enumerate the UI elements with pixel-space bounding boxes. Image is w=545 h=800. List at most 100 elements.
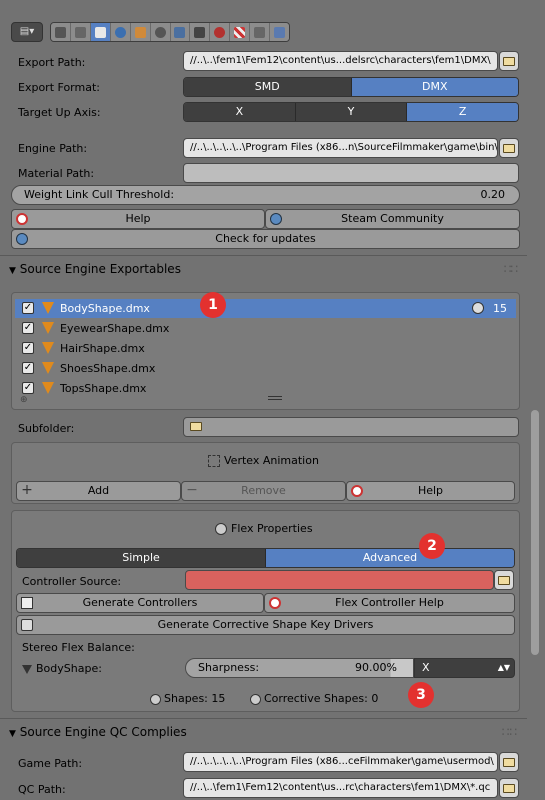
format-smd-option[interactable]: SMD [184,78,352,96]
export-checkbox[interactable]: ✓ [22,382,34,394]
check-for-updates-button[interactable]: Check for updates [11,229,520,249]
lifebuoy-icon [269,597,281,609]
object-icon[interactable] [130,23,151,41]
lifebuoy-icon [351,485,363,497]
exportables-list: ✓ BodyShape.dmx 15 ✓ EyewearShape.dmx ✓ … [11,292,520,410]
format-dmx-option[interactable]: DMX [351,78,518,96]
axis-y-option[interactable]: Y [295,103,408,121]
bodyshape-label: BodyShape: [22,662,102,675]
game-path-browse-button[interactable] [499,752,519,772]
particles-icon[interactable] [250,23,271,41]
stereo-flex-balance-label: Stereo Flex Balance: [22,641,135,654]
flex-controller-help-button[interactable]: Flex Controller Help [264,593,515,613]
minus-icon: − [186,482,198,498]
globe-icon [270,213,282,225]
generate-corrective-drivers-button[interactable]: Generate Corrective Shape Key Drivers [16,615,515,635]
up-axis-selector: X Y Z [183,102,519,122]
export-path-field[interactable]: //..\..\fem1\Fem12\content\us...delsrc\c… [183,51,498,71]
game-path-field[interactable]: //..\..\..\..\..\Program Files (x86...ce… [183,752,498,772]
list-item[interactable]: ✓ BodyShape.dmx 15 [15,299,516,318]
shape-keys-icon [150,693,161,705]
controller-source-browse-button[interactable] [494,570,514,590]
folder-icon [498,575,510,585]
physics-icon[interactable] [270,23,289,41]
folder-icon [503,783,515,793]
data-icon[interactable] [190,23,211,41]
axis-dropdown[interactable]: X ▲▼ [414,658,515,678]
export-path-label: Export Path: [18,56,86,69]
export-format-selector: SMD DMX [183,77,519,97]
weight-link-cull-threshold-slider[interactable]: Weight Link Cull Threshold: 0.20 [11,185,520,205]
list-item[interactable]: ✓ ShoesShape.dmx [15,359,516,378]
filter-options-icon[interactable]: ⊕ [20,395,28,405]
remove-vertex-animation-button[interactable]: − Remove [181,481,346,501]
modifiers-icon[interactable] [170,23,191,41]
export-checkbox[interactable]: ✓ [22,302,34,314]
axis-x-option[interactable]: X [184,103,296,121]
folder-icon [190,421,202,431]
sharpness-slider[interactable]: Sharpness: 90.00% [185,658,414,678]
axis-z-option[interactable]: Z [407,103,518,121]
folder-icon [503,143,515,153]
qc-path-browse-button[interactable] [499,778,519,798]
engine-path-browse-button[interactable] [499,138,519,158]
export-path-browse-button[interactable] [499,51,519,71]
world-icon[interactable] [110,23,131,41]
help-button[interactable]: Help [11,209,265,229]
drag-handle-icon[interactable]: ∷∷ [504,258,518,280]
exportables-title: Source Engine Exportables [19,262,181,276]
subfolder-field[interactable] [183,417,519,437]
lifebuoy-icon [16,213,28,225]
list-item[interactable]: ✓ HairShape.dmx [15,339,516,358]
shape-count: 15 [493,302,507,315]
render-icon[interactable] [51,23,71,41]
qc-path-label: QC Path: [18,783,66,796]
export-checkbox[interactable]: ✓ [22,342,34,354]
export-checkbox[interactable]: ✓ [22,362,34,374]
steam-community-button[interactable]: Steam Community [265,209,520,229]
editor-type-button[interactable]: ▤▾ [11,22,43,42]
scene-icon[interactable] [90,23,111,41]
list-item-label: TopsShape.dmx [60,382,147,395]
export-format-label: Export Format: [18,81,100,94]
list-item[interactable]: ✓ EyewearShape.dmx [15,319,516,338]
qc-path-field[interactable]: //..\..\fem1\Fem12\content\us...rc\chara… [183,778,498,798]
texture-icon[interactable] [230,23,251,41]
plus-icon: + [21,482,33,498]
render-layers-icon[interactable] [70,23,91,41]
export-checkbox[interactable]: ✓ [22,322,34,334]
material-path-field[interactable] [183,163,519,183]
annotation-marker-3: 3 [408,682,434,708]
list-item[interactable]: ✓ TopsShape.dmx [15,379,516,398]
add-vertex-animation-button[interactable]: + Add [16,481,181,501]
shapes-count: Shapes: 15 [150,692,225,705]
engine-path-field[interactable]: //..\..\..\..\..\Program Files (x86...n\… [183,138,498,158]
exportables-panel-header[interactable]: ▼ Source Engine Exportables ∷∷ [9,258,521,280]
collapse-triangle-icon: ▼ [9,729,16,739]
list-resize-handle-icon[interactable] [268,396,282,400]
folder-icon [503,757,515,767]
material-path-label: Material Path: [18,167,95,180]
cull-threshold-label: Weight Link Cull Threshold: [24,188,175,201]
properties-tabs [50,22,290,42]
flex-mode-simple[interactable]: Simple [17,549,266,567]
mesh-icon [42,362,54,374]
vertex-animation-help-button[interactable]: Help [346,481,515,501]
flex-mode-advanced[interactable]: Advanced [266,549,514,567]
annotation-marker-2: 2 [419,533,445,559]
shape-keys-icon [472,302,484,314]
constraints-icon[interactable] [150,23,171,41]
list-item-label: BodyShape.dmx [60,302,150,315]
shape-keys-icon [215,523,227,535]
controller-source-field[interactable] [185,570,494,590]
generate-controllers-button[interactable]: Generate Controllers [16,593,264,613]
subfolder-label: Subfolder: [18,422,75,435]
list-item-label: HairShape.dmx [60,342,145,355]
collapse-triangle-icon: ▼ [9,266,16,276]
material-icon[interactable] [210,23,231,41]
drag-handle-icon[interactable]: ∷∷ [502,721,517,743]
properties-scrollbar[interactable] [531,410,539,655]
vertex-anim-icon [208,455,220,467]
shape-keys-icon [250,693,261,705]
qc-panel-header[interactable]: ▼ Source Engine QC Complies ∷∷ [9,721,521,743]
